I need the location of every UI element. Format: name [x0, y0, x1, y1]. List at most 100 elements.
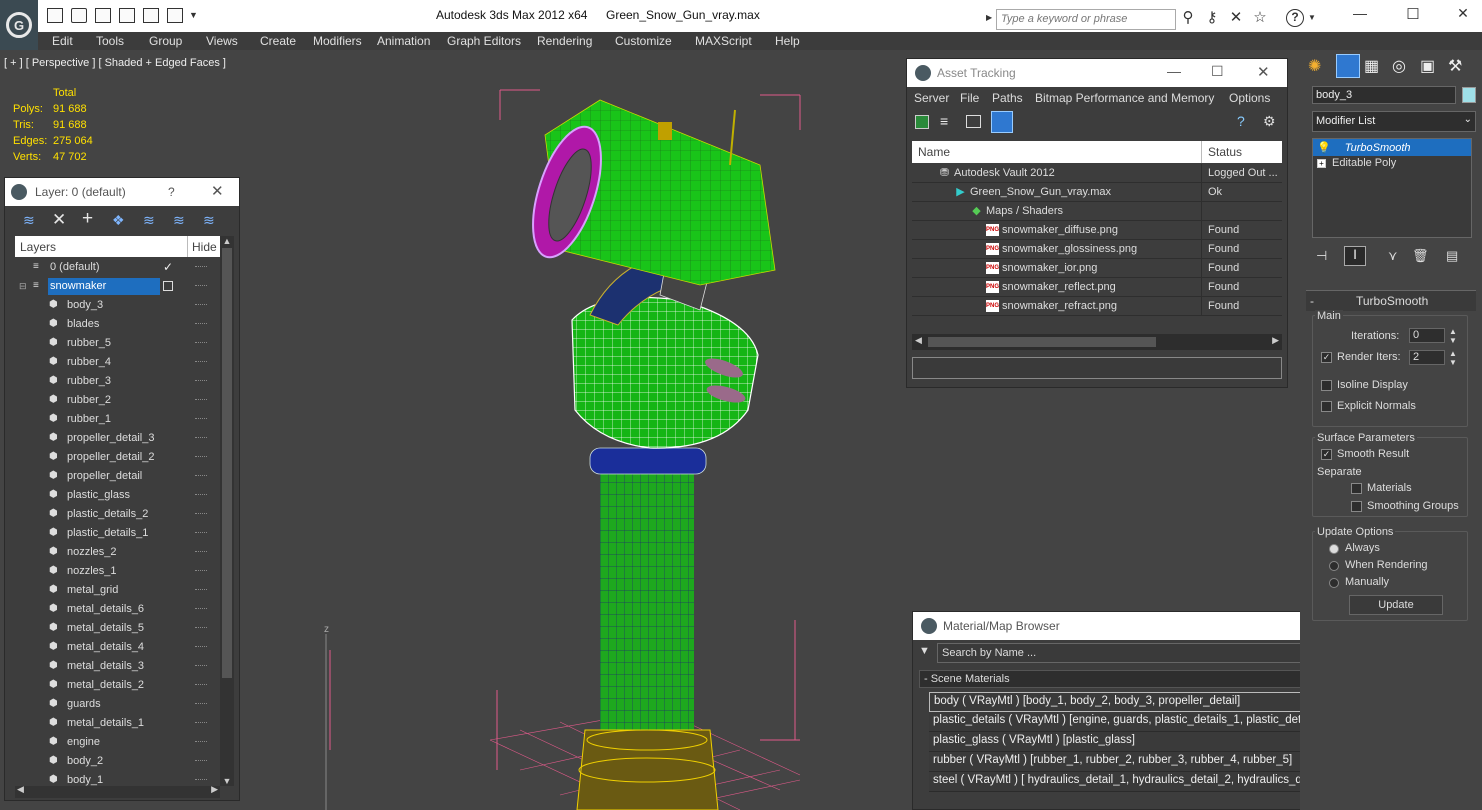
asset-menu-server[interactable]: Server — [914, 91, 949, 105]
smooth-result-checkbox[interactable]: ✓ — [1321, 449, 1332, 460]
create-tab-icon[interactable]: ✺ — [1308, 56, 1321, 76]
menu-create[interactable]: Create — [260, 34, 296, 48]
hide-toggle[interactable] — [195, 627, 207, 629]
layer-row[interactable]: ⬢ metal_details_5 — [15, 619, 220, 638]
layer-row[interactable]: ⬢ engine — [15, 733, 220, 752]
layer-row[interactable]: ⬢ nozzles_1 — [15, 562, 220, 581]
separate-materials-checkbox[interactable] — [1351, 483, 1362, 494]
asset-path-field[interactable] — [912, 357, 1282, 379]
menu-rendering[interactable]: Rendering — [537, 34, 592, 48]
hide-toggle[interactable] — [195, 779, 207, 781]
remove-modifier-icon[interactable]: 🗑 — [1412, 248, 1429, 264]
current-layer-check-icon[interactable]: ✓ — [163, 260, 173, 274]
menu-graph-editors[interactable]: Graph Editors — [447, 34, 521, 48]
hide-toggle[interactable] — [195, 494, 207, 496]
hide-toggle[interactable] — [195, 684, 207, 686]
hide-toggle[interactable] — [195, 513, 207, 515]
layer-row[interactable]: ⬢ metal_grid — [15, 581, 220, 600]
quick-access-dropdown-icon[interactable]: ▼ — [189, 10, 198, 20]
layer-row[interactable]: ⬢ body_2 — [15, 752, 220, 771]
asset-row[interactable]: ⛃ Autodesk Vault 2012 Logged Out ... — [912, 164, 1282, 183]
hide-toggle[interactable] — [195, 665, 207, 667]
layer-close-button[interactable]: ✕ — [211, 182, 224, 200]
asset-menu-file[interactable]: File — [960, 91, 979, 105]
utilities-tab-icon[interactable]: ⚒ — [1448, 56, 1462, 76]
hide-toggle[interactable] — [195, 418, 207, 420]
update-manually-radio[interactable] — [1329, 578, 1339, 588]
redo-icon[interactable] — [143, 8, 159, 23]
layer-row[interactable]: ⬢ rubber_2 — [15, 391, 220, 410]
layer-row[interactable]: ⬢ propeller_detail — [15, 467, 220, 486]
hide-toggle[interactable] — [195, 399, 207, 401]
menu-views[interactable]: Views — [206, 34, 238, 48]
object-color-swatch[interactable] — [1462, 87, 1476, 103]
render-iters-spinner[interactable]: 2 — [1409, 350, 1445, 365]
help-icon[interactable]: ? — [1286, 9, 1304, 27]
hide-toggle[interactable] — [195, 570, 207, 572]
iterations-spinner-arrows[interactable]: ▲ ▼ — [1449, 327, 1457, 345]
hide-toggle[interactable] — [195, 266, 207, 268]
layer-row[interactable]: ⬢ propeller_detail_2 — [15, 448, 220, 467]
pin-stack-icon[interactable]: ⊣ — [1316, 248, 1327, 264]
minimize-button[interactable]: — — [1345, 5, 1375, 25]
render-iters-spinner-arrows[interactable]: ▲ ▼ — [1449, 349, 1457, 367]
layer-row[interactable]: ⬢ metal_details_6 — [15, 600, 220, 619]
asset-minimize-button[interactable]: — — [1167, 63, 1181, 79]
layer-row[interactable]: ⬢ nozzles_2 — [15, 543, 220, 562]
update-rendering-radio[interactable] — [1329, 561, 1339, 571]
help-dropdown-icon[interactable]: ▼ — [1308, 13, 1316, 22]
binoculars-icon[interactable]: ⚲ — [1180, 10, 1196, 26]
asset-row[interactable]: PNG snowmaker_reflect.png Found — [912, 278, 1282, 297]
object-name-field[interactable]: body_3 — [1312, 86, 1456, 104]
lightbulb-icon[interactable]: 💡 — [1317, 142, 1331, 154]
stack-item-turbosmooth[interactable]: 💡 TurboSmooth — [1313, 139, 1471, 156]
layer-row[interactable]: ⬢ propeller_detail_3 — [15, 429, 220, 448]
menu-group[interactable]: Group — [149, 34, 182, 48]
hide-toggle[interactable] — [195, 722, 207, 724]
layer-row[interactable]: ⬢ metal_details_3 — [15, 657, 220, 676]
asset-menu-paths[interactable]: Paths — [992, 91, 1023, 105]
modifier-list-dropdown[interactable]: Modifier List ⌄ — [1312, 111, 1476, 132]
hide-toggle[interactable] — [195, 380, 207, 382]
col-status-header[interactable]: Status — [1208, 145, 1242, 159]
hide-toggle[interactable] — [195, 285, 207, 287]
viewport-label[interactable]: [ + ] [ Perspective ] [ Shaded + Edged F… — [4, 57, 226, 69]
update-button[interactable]: Update — [1349, 595, 1443, 615]
layer-row[interactable]: ⬢ metal_details_4 — [15, 638, 220, 657]
menu-animation[interactable]: Animation — [377, 34, 430, 48]
menu-tools[interactable]: Tools — [96, 34, 124, 48]
asset-row[interactable]: PNG snowmaker_refract.png Found — [912, 297, 1282, 316]
hide-toggle[interactable] — [195, 456, 207, 458]
hide-toggle[interactable] — [195, 646, 207, 648]
communication-center-icon[interactable]: ✕ — [1228, 10, 1244, 26]
hide-toggle[interactable] — [195, 342, 207, 344]
layer-row[interactable]: ⬢ blades — [15, 315, 220, 334]
browser-options-icon[interactable]: ▼ — [919, 645, 930, 657]
col-layers-header[interactable]: Layers — [20, 240, 56, 254]
hide-toggle[interactable] — [195, 532, 207, 534]
hierarchy-tab-icon[interactable]: ▦ — [1364, 56, 1379, 76]
app-logo-icon[interactable]: G — [0, 0, 38, 50]
layer-row[interactable]: ⬢ guards — [15, 695, 220, 714]
favorites-star-icon[interactable]: ☆ — [1252, 10, 1268, 26]
keyword-search-input[interactable]: Type a keyword or phrase — [996, 9, 1176, 30]
list-view-icon[interactable]: ≡ — [940, 113, 948, 129]
hide-toggle[interactable] — [195, 475, 207, 477]
layer-help-button[interactable]: ? — [168, 185, 175, 199]
delete-layer-icon[interactable]: ✕ — [52, 210, 66, 230]
subscription-key-icon[interactable]: ⚷ — [1204, 10, 1220, 26]
table-view-icon[interactable] — [991, 111, 1013, 133]
refresh-icon[interactable] — [915, 115, 929, 129]
layer-row[interactable]: ⬢ metal_details_2 — [15, 676, 220, 695]
new-file-icon[interactable] — [47, 8, 63, 23]
layer-row[interactable]: ⬢ plastic_glass — [15, 486, 220, 505]
asset-row[interactable]: ◆ Maps / Shaders — [912, 202, 1282, 221]
hide-toggle[interactable] — [195, 361, 207, 363]
hide-toggle[interactable] — [195, 323, 207, 325]
asset-maximize-button[interactable]: ☐ — [1211, 63, 1224, 80]
hide-toggle[interactable] — [195, 589, 207, 591]
menu-customize[interactable]: Customize — [615, 34, 672, 48]
layer-row[interactable]: ⬢ rubber_4 — [15, 353, 220, 372]
asset-close-button[interactable]: ✕ — [1257, 63, 1270, 81]
update-always-radio[interactable] — [1329, 544, 1339, 554]
